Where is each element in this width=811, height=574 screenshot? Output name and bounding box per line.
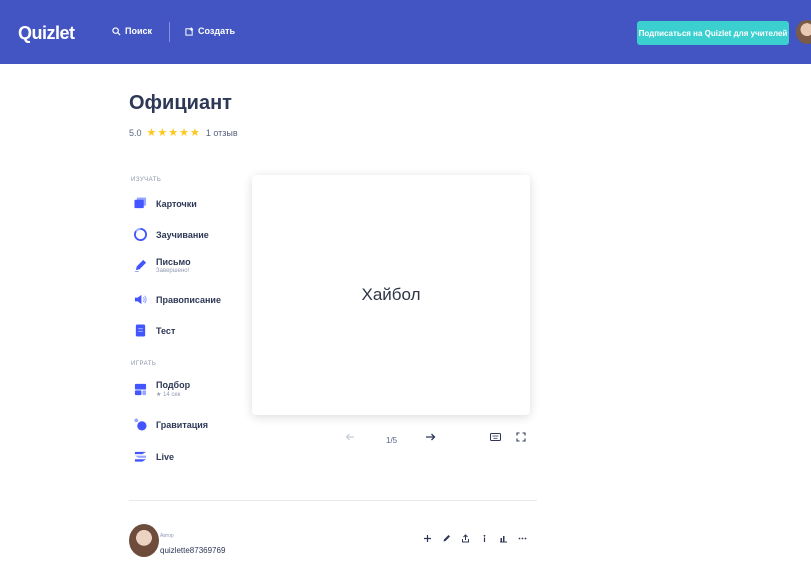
rating-stars: ★★★★★	[146, 127, 201, 139]
live-icon	[134, 451, 147, 462]
mode-learn[interactable]: Заучивание	[134, 228, 209, 241]
bar-chart-icon	[500, 535, 507, 542]
set-actions	[418, 527, 532, 549]
mode-test[interactable]: Тест	[134, 324, 175, 337]
mode-gravity[interactable]: Гравитация	[134, 418, 208, 431]
test-icon	[135, 324, 146, 337]
nav-divider	[169, 22, 170, 42]
mode-label: Гравитация	[156, 419, 209, 430]
mode-label: Правописание	[156, 294, 221, 305]
teacher-subscribe-button[interactable]: Подписаться на Quizlet для учителей	[637, 21, 789, 45]
mode-label: Live	[156, 451, 175, 462]
mode-status: Завершено!	[156, 268, 190, 274]
gravity-icon	[134, 418, 147, 431]
mode-write[interactable]: Письмо Завершено!	[134, 257, 191, 274]
author-avatar[interactable]	[129, 524, 159, 557]
search-icon	[112, 26, 121, 36]
create-icon	[185, 26, 194, 36]
section-divider	[129, 500, 537, 501]
more-options-button[interactable]	[513, 527, 532, 549]
rating-value: 5.0	[129, 127, 142, 138]
mode-flashcards[interactable]: Карточки	[134, 197, 197, 210]
flashcard-term: Хайбол	[361, 285, 421, 304]
share-icon	[462, 533, 469, 542]
mode-match[interactable]: Подбор ★ 14 сек	[134, 380, 190, 398]
fullscreen-button[interactable]	[516, 432, 526, 445]
mode-spell[interactable]: Правописание	[134, 293, 221, 306]
mode-label: Заучивание	[156, 229, 209, 240]
plus-icon	[424, 534, 431, 542]
create-nav-button[interactable]: Создать	[185, 26, 235, 36]
share-button[interactable]	[456, 527, 475, 549]
create-nav-label: Создать	[198, 26, 236, 36]
add-to-folder-button[interactable]	[418, 527, 437, 549]
set-title: Официант	[129, 92, 232, 114]
more-icon	[518, 537, 527, 539]
user-avatar[interactable]	[796, 20, 811, 44]
mode-label: Тест	[156, 325, 176, 336]
speaker-icon	[134, 294, 147, 305]
arrow-left-icon	[345, 433, 354, 441]
flashcards-icon	[134, 197, 147, 209]
author-name[interactable]: quizlette87369769	[160, 546, 225, 555]
prev-card-button[interactable]	[345, 432, 355, 445]
info-icon	[483, 534, 486, 542]
top-navigation-bar: Quizlet Поиск Создать Подписаться на Qui…	[0, 0, 811, 64]
mode-live[interactable]: Live	[134, 450, 174, 463]
card-counter: 1/5	[386, 436, 398, 445]
next-card-button[interactable]	[425, 432, 436, 445]
search-nav-label: Поиск	[125, 26, 153, 36]
keyboard-shortcuts-button[interactable]	[490, 432, 501, 445]
pencil-icon	[443, 534, 450, 541]
author-role: Автор	[160, 533, 174, 539]
stats-button[interactable]	[494, 527, 513, 549]
mode-label: Карточки	[156, 198, 197, 209]
info-button[interactable]	[475, 527, 494, 549]
quizlet-logo[interactable]: Quizlet	[18, 23, 75, 44]
play-section-label: ИГРАТЬ	[131, 361, 157, 367]
set-rating[interactable]: 5.0 ★★★★★ 1 отзыв	[129, 126, 238, 139]
match-icon	[134, 383, 147, 395]
arrow-right-icon	[426, 433, 436, 441]
mode-label: Письмо	[156, 257, 191, 267]
flashcard[interactable]: Хайбол	[252, 175, 530, 415]
keyboard-icon	[490, 433, 501, 441]
reviews-count: 1 отзыв	[205, 127, 238, 138]
study-section-label: ИЗУЧАТЬ	[131, 177, 162, 183]
mode-best-time: ★ 14 сек	[156, 392, 181, 398]
learn-icon	[134, 228, 147, 241]
fullscreen-icon	[516, 432, 526, 442]
edit-set-button[interactable]	[437, 527, 456, 549]
search-nav-button[interactable]: Поиск	[112, 26, 152, 36]
pen-icon	[134, 259, 147, 272]
mode-label: Подбор	[156, 380, 191, 390]
